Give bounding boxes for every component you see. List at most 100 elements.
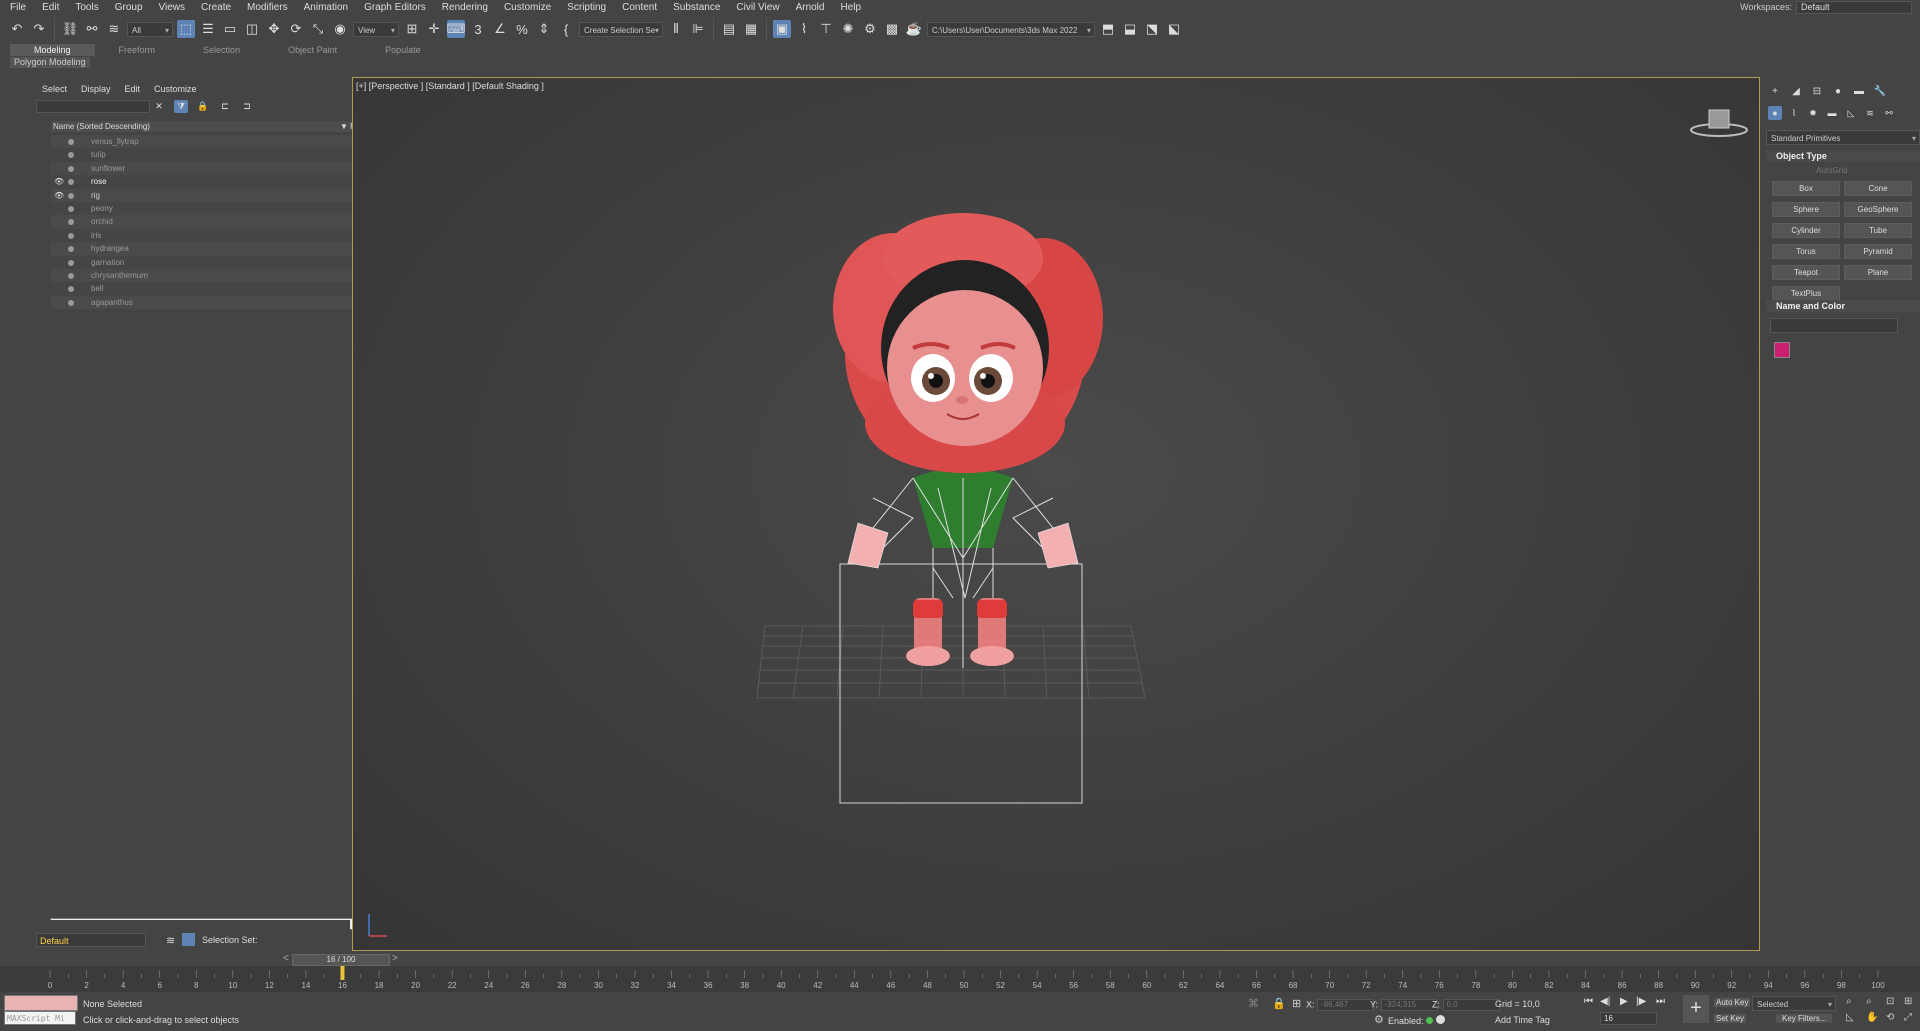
ribbon-tab-object-paint[interactable]: Object Paint [264, 44, 361, 56]
named-selection-dropdown[interactable]: Create Selection Se [579, 21, 663, 38]
z-coordinate-input[interactable]: 0,0 [1442, 999, 1500, 1011]
snap-toggle-icon[interactable]: 3 [469, 20, 487, 38]
add-time-tag[interactable]: Add Time Tag [1495, 1015, 1550, 1025]
filter-toggle-icon[interactable]: ⧩ [174, 100, 188, 113]
hierarchy-tab-icon[interactable]: ⊟ [1810, 84, 1824, 98]
current-frame-marker[interactable] [340, 966, 345, 980]
key-filters-button[interactable]: Key Filters... [1776, 1014, 1833, 1023]
move-icon[interactable]: ✥ [265, 20, 283, 38]
cameras-category-icon[interactable]: ▬ [1825, 106, 1839, 120]
shapes-category-icon[interactable]: ⌇ [1787, 106, 1801, 120]
list-item[interactable]: garnation [51, 255, 375, 269]
freeze-toggle-icon[interactable] [68, 139, 74, 145]
percent-snap-icon[interactable]: % [513, 20, 531, 38]
reference-coordinate-dropdown[interactable]: View [353, 21, 399, 38]
select-manipulate-icon[interactable]: ✛ [425, 20, 443, 38]
pyramid-button[interactable]: Pyramid [1844, 244, 1912, 259]
lock-icon[interactable]: 🔒 [196, 100, 210, 113]
time-slider[interactable]: 16 / 100 [292, 954, 390, 966]
textplus-button[interactable]: TextPlus [1772, 286, 1840, 301]
zoom-extents-icon[interactable]: ⊡ [1886, 996, 1894, 1007]
list-item[interactable]: orchid [51, 215, 375, 229]
systems-category-icon[interactable]: ⚯ [1882, 106, 1896, 120]
maxscript-listener-input[interactable] [4, 995, 78, 1011]
freeze-toggle-icon[interactable] [68, 219, 74, 226]
isolate-selection-icon[interactable]: ⌘ [1248, 997, 1259, 1010]
freeze-toggle-icon[interactable] [68, 246, 74, 253]
play-icon[interactable]: ▶ [1620, 996, 1628, 1007]
clear-search-icon[interactable]: ✕ [152, 100, 166, 113]
spacewarps-category-icon[interactable]: ≋ [1863, 106, 1877, 120]
sphere-button[interactable]: Sphere [1772, 202, 1840, 217]
object-color-swatch[interactable] [1774, 342, 1790, 358]
scene-explorer-toggle-icon[interactable]: ▤ [720, 20, 738, 38]
object-type-title[interactable]: Object Type [1766, 150, 1920, 162]
rotate-icon[interactable]: ⟳ [287, 20, 305, 38]
menu-group[interactable]: Group [107, 2, 151, 13]
layer-sort-icon[interactable]: ⊐ [240, 100, 254, 113]
menu-create[interactable]: Create [193, 2, 239, 13]
geometry-category-icon[interactable]: ● [1768, 106, 1782, 120]
list-item[interactable]: peony [51, 201, 375, 216]
create-tab-icon[interactable]: + [1768, 84, 1782, 98]
project-folder-icon[interactable]: ⬒ [1099, 20, 1117, 38]
prev-frame-icon[interactable]: < [283, 953, 289, 964]
visibility-eye-icon[interactable]: 👁 [54, 175, 64, 188]
edit-named-selection-icon[interactable]: { [557, 20, 575, 38]
object-name-input[interactable] [1770, 318, 1898, 333]
list-item[interactable]: 👁 rose [51, 175, 375, 189]
render-setup-icon[interactable]: ⚙ [861, 20, 879, 38]
render-production-icon[interactable]: ☕ [905, 20, 923, 38]
angle-snap-icon[interactable]: ∠ [491, 20, 509, 38]
name-color-title[interactable]: Name and Color [1766, 300, 1920, 312]
menu-animation[interactable]: Animation [296, 2, 356, 13]
curve-editor-icon[interactable]: ⌇ [795, 20, 813, 38]
ribbon-tab-freeform[interactable]: Freeform [95, 44, 180, 56]
save-project-icon[interactable]: ⬔ [1143, 20, 1161, 38]
unlink-icon[interactable]: ⚯ [83, 20, 101, 38]
place-icon[interactable]: ◉ [331, 20, 349, 38]
primitive-type-dropdown[interactable]: Standard Primitives [1766, 130, 1920, 146]
plane-button[interactable]: Plane [1844, 265, 1912, 280]
list-item[interactable]: hydrangea [51, 242, 375, 256]
list-item[interactable]: bell [51, 282, 375, 296]
freeze-toggle-icon[interactable] [68, 232, 74, 239]
enabled-indicator-icon[interactable] [1426, 1017, 1434, 1024]
menu-content[interactable]: Content [614, 2, 665, 13]
menu-views[interactable]: Views [151, 2, 194, 13]
ribbon-tab-selection[interactable]: Selection [179, 44, 264, 56]
previous-key-icon[interactable]: ◀| [1600, 996, 1610, 1007]
link-icon[interactable]: ⛓ [61, 20, 79, 38]
modify-tab-icon[interactable]: ◢ [1789, 84, 1803, 98]
explorer-menu-edit[interactable]: Edit [125, 84, 141, 94]
ribbon-tab-populate[interactable]: Populate [361, 44, 445, 56]
freeze-toggle-icon[interactable] [68, 165, 74, 172]
menu-file[interactable]: File [0, 2, 34, 13]
freeze-toggle-icon[interactable] [68, 272, 74, 279]
menu-tools[interactable]: Tools [67, 2, 106, 13]
freeze-toggle-icon[interactable] [68, 179, 74, 186]
redo-icon[interactable]: ↷ [30, 20, 48, 38]
spinner-snap-icon[interactable]: ⇕ [535, 20, 553, 38]
ribbon-subtitle[interactable]: Polygon Modeling [10, 57, 90, 68]
workspace-selector[interactable]: Workspaces: Default [1740, 0, 1912, 14]
menu-rendering[interactable]: Rendering [434, 2, 496, 13]
layer-explorer-icon[interactable]: ▦ [742, 20, 760, 38]
zoom-all-icon[interactable]: ⌕ [1866, 996, 1872, 1007]
rose-character[interactable] [833, 213, 1103, 668]
menu-graph-editors[interactable]: Graph Editors [356, 2, 434, 13]
x-coordinate-input[interactable]: -86,467 [1317, 999, 1375, 1011]
list-item[interactable]: tulip [51, 148, 375, 162]
go-to-start-icon[interactable]: ⏮ [1584, 996, 1593, 1007]
pivot-center-icon[interactable]: ⊞ [403, 20, 421, 38]
key-mode-dropdown[interactable]: Selected [1752, 996, 1836, 1012]
lights-category-icon[interactable]: ✹ [1806, 106, 1820, 120]
autogrid-checkbox[interactable]: AutoGrid [1766, 166, 1920, 175]
workspace-dropdown[interactable]: Default [1796, 0, 1912, 14]
explorer-search-input[interactable] [36, 100, 150, 113]
geosphere-button[interactable]: GeoSphere [1844, 202, 1912, 217]
open-project-icon[interactable]: ⬓ [1121, 20, 1139, 38]
selection-set-icon[interactable] [182, 933, 195, 946]
pan-icon[interactable]: ✋ [1866, 1012, 1878, 1023]
box-button[interactable]: Box [1772, 181, 1840, 196]
